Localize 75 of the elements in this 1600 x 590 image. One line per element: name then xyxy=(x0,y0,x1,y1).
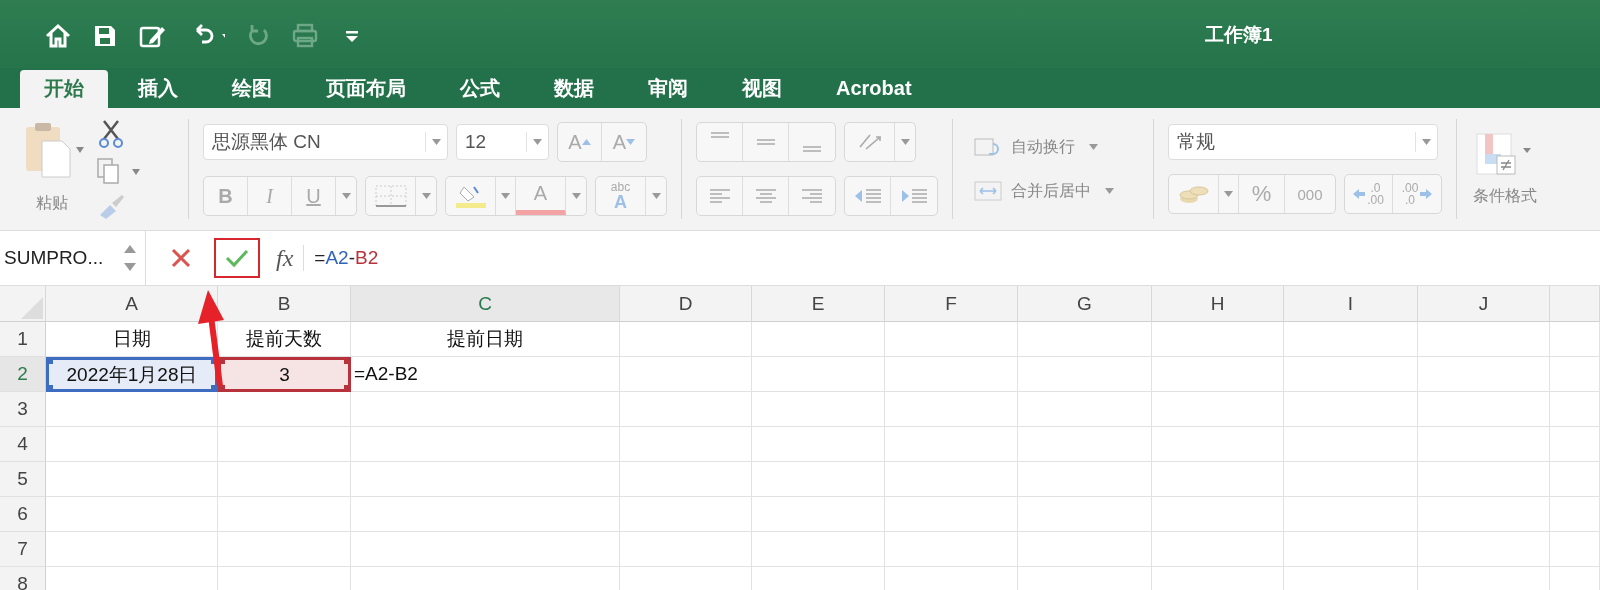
increase-indent-icon xyxy=(899,186,929,206)
empty-cell xyxy=(1550,322,1600,357)
column-header[interactable] xyxy=(1550,286,1600,322)
enter-button[interactable] xyxy=(214,238,260,278)
align-lines-icon xyxy=(755,139,776,145)
column-header[interactable]: D xyxy=(620,286,752,322)
home-icon[interactable] xyxy=(44,22,72,50)
row-header[interactable]: 7 xyxy=(0,532,46,567)
column-header[interactable]: F xyxy=(885,286,1018,322)
table-cell: 2022年1月28日 xyxy=(46,357,218,392)
down-triangle-icon xyxy=(626,139,636,145)
up-triangle-icon xyxy=(581,139,591,145)
align-lines-icon xyxy=(802,146,822,152)
formula-field[interactable]: =A2-B2 xyxy=(314,247,379,269)
column-header[interactable]: B xyxy=(218,286,351,322)
empty-cell xyxy=(1550,462,1600,497)
ribbon-tab[interactable]: 插入 xyxy=(114,70,202,108)
caret-icon xyxy=(533,139,542,145)
ribbon-tab[interactable]: 绘图 xyxy=(208,70,296,108)
ribbon-tab[interactable]: 开始 xyxy=(20,70,108,108)
ribbon-tab[interactable]: 页面布局 xyxy=(302,70,430,108)
align-lines-icon xyxy=(708,189,731,203)
empty-cell xyxy=(1550,532,1600,567)
column-header[interactable]: G xyxy=(1018,286,1152,322)
row-header[interactable]: 3 xyxy=(0,392,46,427)
row-header[interactable]: 6 xyxy=(0,497,46,532)
caret-icon xyxy=(1422,139,1431,145)
right-arrow-icon xyxy=(1420,189,1433,199)
row-header[interactable]: 5 xyxy=(0,462,46,497)
caret-icon xyxy=(571,193,581,199)
align-lines-icon xyxy=(801,189,823,203)
ribbon-tab[interactable]: Acrobat xyxy=(812,70,936,108)
caret-icon xyxy=(1089,144,1098,150)
caret-icon xyxy=(421,193,431,199)
row-header[interactable]: 1 xyxy=(0,322,46,357)
insert-function-button[interactable]: fx xyxy=(276,244,294,272)
align-lines-icon xyxy=(709,132,730,138)
caret-icon xyxy=(341,193,351,199)
ribbon-tab[interactable]: 视图 xyxy=(718,70,806,108)
caret-icon xyxy=(1224,191,1233,197)
window-title: 工作簿1 xyxy=(1205,23,1273,47)
column-header[interactable]: J xyxy=(1418,286,1550,322)
caret-icon xyxy=(651,193,661,199)
angled-text-icon xyxy=(858,134,881,150)
ribbon-tab[interactable]: 审阅 xyxy=(624,70,712,108)
column-header[interactable]: H xyxy=(1152,286,1284,322)
table-cell: 3 xyxy=(218,357,351,392)
cancel-icon[interactable] xyxy=(170,247,192,269)
caret-icon xyxy=(1105,188,1114,194)
checkmark-icon xyxy=(224,247,250,269)
borders-icon xyxy=(373,184,408,208)
row-header[interactable]: 2 xyxy=(0,357,46,392)
ribbon-tab[interactable]: 公式 xyxy=(436,70,524,108)
paste-label: 粘贴 xyxy=(36,193,68,213)
caret-icon xyxy=(432,139,441,145)
empty-cell xyxy=(1550,427,1600,462)
row-header[interactable]: 8 xyxy=(0,567,46,590)
column-header[interactable]: E xyxy=(752,286,885,322)
name-box[interactable]: SUMPRO... xyxy=(0,231,146,285)
row-header[interactable]: 4 xyxy=(0,427,46,462)
merge-arrows-icon xyxy=(973,180,1003,202)
empty-cell xyxy=(1550,357,1600,392)
table-cell: 提前日期 xyxy=(351,322,620,357)
align-lines-icon xyxy=(754,189,777,203)
left-arrow-icon xyxy=(1353,189,1366,199)
ribbon-tab[interactable]: 数据 xyxy=(530,70,618,108)
caret-icon xyxy=(900,139,910,145)
caret-icon xyxy=(501,193,510,199)
empty-cell xyxy=(1550,392,1600,427)
column-header[interactable]: I xyxy=(1284,286,1418,322)
conditional-format-label: 条件格式 xyxy=(1473,185,1537,206)
cell-editor[interactable]: =A2-B2 xyxy=(351,357,620,392)
empty-cell xyxy=(1550,497,1600,532)
table-cell: 提前天数 xyxy=(218,322,351,357)
column-header[interactable]: C xyxy=(351,286,620,322)
